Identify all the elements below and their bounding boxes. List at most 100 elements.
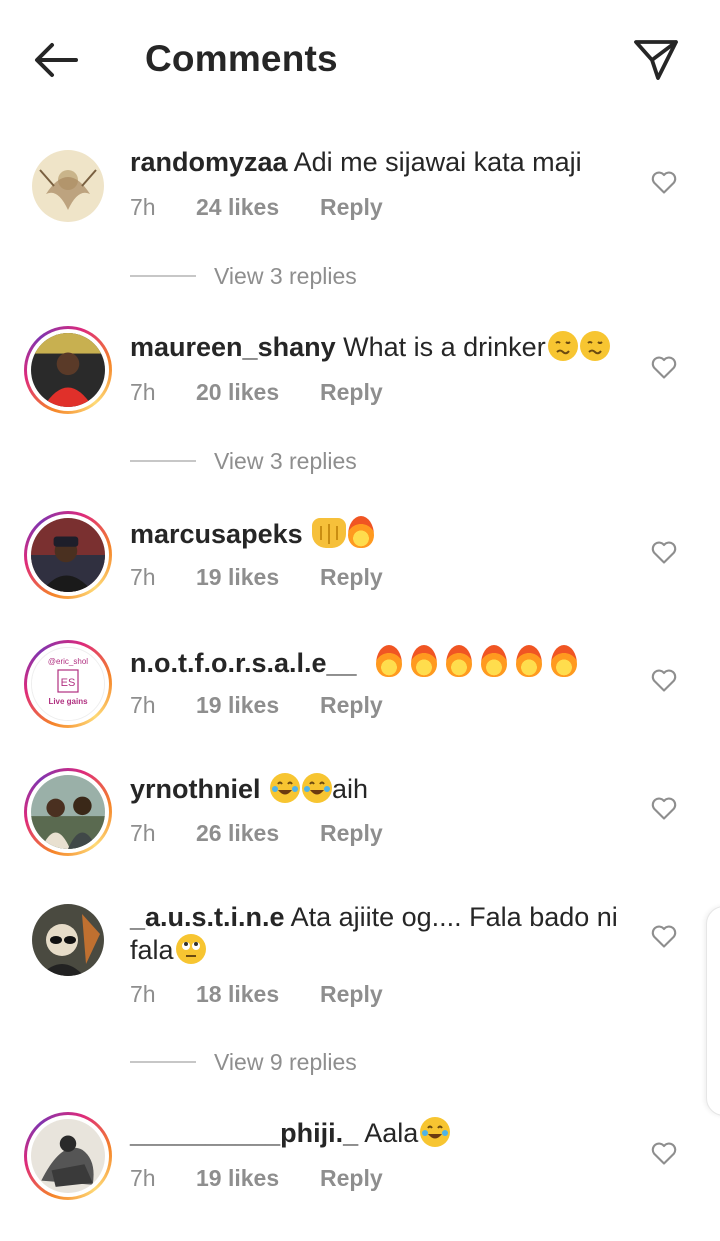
divider-line <box>130 460 196 462</box>
like-button[interactable] <box>650 794 678 822</box>
view-replies-button[interactable]: View 3 replies <box>130 261 357 291</box>
comment-likes[interactable]: 19 likes <box>196 564 320 591</box>
heart-icon <box>651 171 677 194</box>
like-button[interactable] <box>650 538 678 566</box>
like-button[interactable] <box>650 922 678 950</box>
reply-button[interactable]: Reply <box>320 1165 383 1192</box>
comment-text: _a.u.s.t.i.n.e Ata ajiite og.... Fala ba… <box>130 901 630 967</box>
view-replies-button[interactable]: View 9 replies <box>130 1047 357 1077</box>
view-replies-label: View 3 replies <box>214 262 357 289</box>
comment-username[interactable]: marcusapeks <box>130 519 303 549</box>
comment-likes[interactable]: 19 likes <box>196 692 320 719</box>
divider-line <box>130 1061 196 1063</box>
reply-button[interactable]: Reply <box>320 820 383 847</box>
like-button[interactable] <box>650 1139 678 1167</box>
comment-username[interactable]: __________phiji._ <box>130 1118 358 1148</box>
arrow-left-icon <box>35 43 78 77</box>
fire-icon <box>376 645 403 677</box>
fire-icon <box>411 645 438 677</box>
comment-username[interactable]: n.o.t.f.o.r.s.a.l.e__ <box>130 648 357 678</box>
heart-icon <box>651 356 677 379</box>
like-button[interactable] <box>650 666 678 694</box>
avatar[interactable] <box>32 904 104 976</box>
avatar-logo-text: ES <box>61 677 76 689</box>
comment-text: maureen_shany What is a drinker <box>130 331 630 364</box>
reply-button[interactable]: Reply <box>320 379 383 406</box>
comment-body: aih <box>332 774 369 804</box>
comment-meta: 7h 18 likes Reply <box>130 981 383 1008</box>
avatar[interactable] <box>24 511 112 599</box>
heart-icon <box>651 669 677 692</box>
heart-icon <box>651 541 677 564</box>
avatar-image <box>31 518 105 592</box>
comment-meta: 7h 20 likes Reply <box>130 379 383 406</box>
comment-body-line2: fala <box>130 935 174 965</box>
heart-icon <box>651 1142 677 1165</box>
avatar[interactable] <box>24 1112 112 1200</box>
view-replies-label: View 3 replies <box>214 447 357 474</box>
face-with-rolling-eyes-icon <box>175 934 206 964</box>
like-button[interactable] <box>650 168 678 196</box>
comment-text: n.o.t.f.o.r.s.a.l.e__ <box>130 645 630 680</box>
comment-username[interactable]: yrnothniel <box>130 774 261 804</box>
tears-of-joy-icon <box>302 773 333 803</box>
comment-username[interactable]: randomyzaa <box>130 147 288 177</box>
comment-text: randomyzaa Adi me sijawai kata maji <box>130 146 630 179</box>
comment-body: What is a drinker <box>343 332 546 362</box>
raising-hands-icon <box>312 518 347 548</box>
comment-meta: 7h 19 likes Reply <box>130 564 383 591</box>
view-replies-button[interactable]: View 3 replies <box>130 446 357 476</box>
reply-button[interactable]: Reply <box>320 194 383 221</box>
comment-time: 7h <box>130 379 156 405</box>
comment-meta: 7h 26 likes Reply <box>130 820 383 847</box>
comment-likes[interactable]: 20 likes <box>196 379 320 406</box>
avatar-image <box>31 333 105 407</box>
fire-icon <box>348 516 375 548</box>
comment-time: 7h <box>130 820 156 846</box>
view-replies-label: View 9 replies <box>214 1048 357 1075</box>
reply-button[interactable]: Reply <box>320 692 383 719</box>
comment-text: marcusapeks <box>130 516 630 551</box>
like-button[interactable] <box>650 353 678 381</box>
fire-icon <box>551 645 578 677</box>
comment-likes[interactable]: 24 likes <box>196 194 320 221</box>
reply-button[interactable]: Reply <box>320 981 383 1008</box>
avatar[interactable]: @eric_shol ES Live gains <box>24 640 112 728</box>
page-title: Comments <box>145 38 338 79</box>
share-button[interactable] <box>628 34 684 86</box>
comment-likes[interactable]: 19 likes <box>196 1165 320 1192</box>
comment-time: 7h <box>130 692 156 718</box>
comment-time: 7h <box>130 981 156 1007</box>
comment-username[interactable]: _a.u.s.t.i.n.e <box>130 902 285 932</box>
comments-header: Comments <box>0 0 720 120</box>
tears-of-joy-icon <box>270 773 301 803</box>
comment-meta: 7h 24 likes Reply <box>130 194 383 221</box>
heart-icon <box>651 925 677 948</box>
reply-button[interactable]: Reply <box>320 564 383 591</box>
woozy-face-icon <box>579 331 610 361</box>
back-button[interactable] <box>28 36 84 84</box>
tears-of-joy-icon <box>420 1117 451 1147</box>
comment-username[interactable]: maureen_shany <box>130 332 336 362</box>
comment-text: yrnothniel aih <box>130 773 630 806</box>
avatar-image <box>31 775 105 849</box>
comment-time: 7h <box>130 564 156 590</box>
heart-icon <box>651 797 677 820</box>
avatar-tagline-text: Live gains <box>48 697 88 706</box>
comment-text: __________phiji._ Aala <box>130 1117 630 1150</box>
avatar[interactable] <box>24 326 112 414</box>
fire-icon <box>446 645 473 677</box>
avatar-image <box>32 904 104 976</box>
comment-likes[interactable]: 26 likes <box>196 820 320 847</box>
avatar[interactable] <box>24 768 112 856</box>
fire-icon <box>481 645 508 677</box>
avatar[interactable] <box>32 150 104 222</box>
paper-plane-icon <box>634 40 678 80</box>
comment-meta: 7h 19 likes Reply <box>130 692 383 719</box>
comment-likes[interactable]: 18 likes <box>196 981 320 1008</box>
comment-body: Adi me sijawai kata maji <box>293 147 582 177</box>
floating-edge-card[interactable] <box>706 906 720 1116</box>
comment-time: 7h <box>130 1165 156 1191</box>
avatar-handle-text: @eric_shol <box>48 657 88 666</box>
comment-body: Ata ajiite og.... Fala bado ni <box>290 902 618 932</box>
